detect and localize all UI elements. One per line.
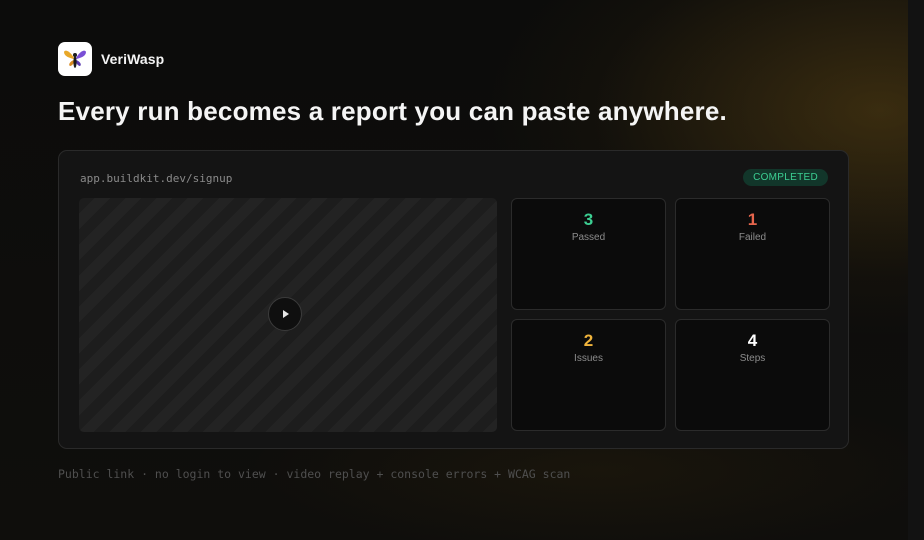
play-icon — [283, 310, 289, 318]
report-card: app.buildkit.dev/signup COMPLETED 3 Pass… — [58, 150, 849, 449]
stat-card-failed: 1 Failed — [675, 198, 830, 310]
stat-card-issues: 2 Issues — [511, 319, 666, 431]
brand-name: VeriWasp — [101, 51, 165, 67]
stat-value: 3 — [583, 210, 594, 229]
report-url[interactable]: app.buildkit.dev/signup — [80, 172, 232, 185]
page: VeriWasp Every run becomes a report you … — [0, 0, 924, 540]
stat-label: Failed — [738, 232, 767, 243]
stat-label: Steps — [739, 353, 766, 364]
stat-label: Passed — [571, 232, 606, 243]
stat-label: Issues — [574, 353, 603, 364]
stat-value: 4 — [747, 331, 758, 350]
page-title: Every run becomes a report you can paste… — [58, 96, 727, 126]
stat-card-steps: 4 Steps — [675, 319, 830, 431]
play-button[interactable] — [268, 297, 302, 331]
brand[interactable]: VeriWasp — [58, 42, 164, 76]
footer-note: Public link · no login to view · video r… — [58, 467, 571, 481]
stat-value: 1 — [747, 210, 758, 229]
video-replay[interactable] — [79, 198, 497, 432]
stat-card-passed: 3 Passed — [511, 198, 666, 310]
stat-value: 2 — [583, 331, 594, 350]
wasp-logo-icon — [58, 42, 92, 76]
status-badge: COMPLETED — [743, 169, 828, 186]
